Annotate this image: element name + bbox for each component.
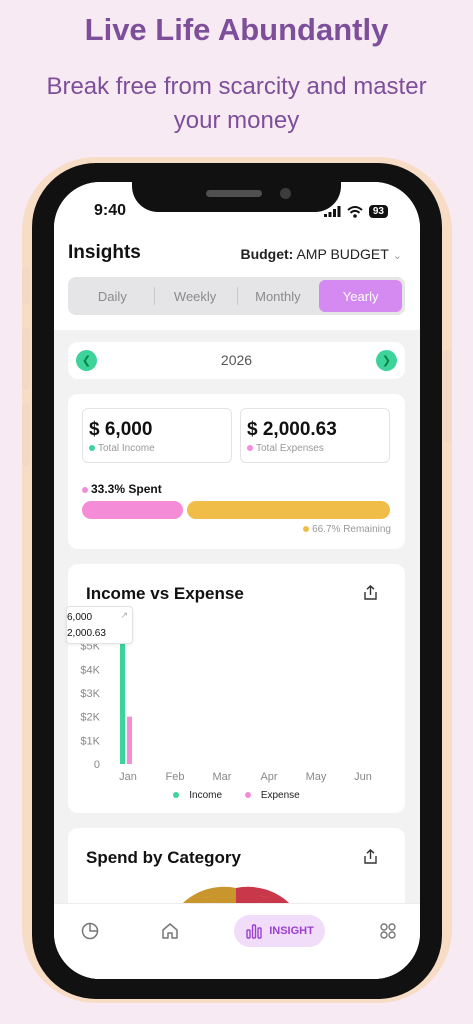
spent-dot	[82, 486, 88, 493]
legend-expense-dot	[244, 792, 251, 799]
total-expenses-caption: Total Expenses	[247, 443, 383, 454]
total-expenses-label: Total Expenses	[256, 443, 324, 454]
total-income-label: Total Income	[98, 443, 155, 454]
spent-caption: 33.3% Spent	[82, 482, 162, 496]
phone-camera	[280, 188, 291, 199]
legend-income-label: Income	[189, 790, 223, 801]
home-icon	[162, 923, 178, 939]
budget-selector[interactable]: Budget: AMP BUDGET ⌄	[240, 246, 402, 262]
bar-chart-icon	[246, 924, 262, 939]
app-screen: 9:40 93 Insights Budget: AMP BUDGET ⌄ Dai…	[54, 182, 420, 979]
chevron-right-icon[interactable]: ❯	[376, 350, 397, 371]
y-tick-label: $4K	[80, 664, 100, 676]
total-income-box: $ 6,000 Total Income	[82, 408, 232, 463]
total-income-amount: $ 6,000	[89, 419, 153, 440]
wifi-icon	[347, 205, 363, 218]
income-expense-chart: 0$1K$2K$3K$4K$5KJan Feb Mar Apr May Jun	[80, 622, 372, 783]
bottom-tab-bar: INSIGHT	[54, 903, 420, 979]
remaining-label: 66.7% Remaining	[312, 524, 391, 535]
period-segmented-control: Daily Weekly Monthly Yearly	[68, 277, 405, 315]
legend-expense: Expense	[240, 790, 305, 801]
tab-daily[interactable]: Daily	[71, 280, 154, 312]
marketing-headline: Live Life Abundantly	[84, 12, 389, 47]
income-expense-card: Income vs Expense 0 $1K $2K $3K $4K $5K Jan Feb…	[66, 564, 405, 813]
y-tick-label: 0	[94, 759, 100, 771]
summary-card: $ 6,000 Total Income $ 2,000.63 Total Ex…	[68, 394, 405, 549]
x-tick-label: Jun	[354, 771, 372, 783]
external-link-icon[interactable]: ↗	[120, 610, 128, 621]
spent-progress-bar	[82, 501, 183, 519]
total-expenses-amount: $ 2,000.63	[247, 419, 337, 440]
tab-yearly[interactable]: Yearly	[319, 280, 402, 312]
side-button-volume-up	[22, 328, 30, 390]
tooltip-expense: 2,000.63	[67, 628, 106, 639]
tab-monthly[interactable]: Monthly	[236, 280, 320, 312]
side-button-power	[443, 350, 451, 442]
page-title: Insights	[68, 242, 141, 263]
y-tick-label: $1K	[80, 735, 100, 747]
x-tick-label: May	[306, 771, 327, 783]
battery-icon: 93	[368, 205, 388, 218]
pie-chart-icon	[81, 922, 99, 940]
marketing-subline: Break free from scarcity and master your…	[46, 73, 427, 134]
remaining-progress-bar	[187, 501, 390, 519]
expense-dot	[247, 445, 253, 452]
total-income-caption: Total Income	[89, 443, 225, 454]
bar-expense-jan[interactable]	[127, 716, 132, 764]
income-dot	[89, 445, 95, 452]
total-expenses-box: $ 2,000.63 Total Expenses	[240, 408, 390, 463]
status-icons: 93	[323, 205, 388, 218]
tab-reports[interactable]	[74, 915, 106, 947]
budget-label: Budget:	[240, 246, 294, 262]
chart-tooltip: 6,000 2,000.63 ↗	[66, 606, 133, 644]
y-tick-label: $3K	[80, 688, 100, 700]
year-label: 2026	[220, 352, 253, 368]
y-tick-label: $2K	[80, 712, 100, 724]
tab-insight-label: INSIGHT	[269, 925, 314, 937]
legend-income-dot	[173, 792, 180, 799]
budget-name: AMP BUDGET	[296, 246, 389, 262]
legend-expense-label: Expense	[260, 790, 300, 801]
tab-insight[interactable]: INSIGHT	[234, 915, 325, 947]
spent-label: 33.3% Spent	[91, 482, 162, 496]
tab-weekly[interactable]: Weekly	[153, 280, 237, 312]
year-selector: ❮ 2026 ❯	[68, 342, 405, 379]
tab-home[interactable]	[154, 915, 186, 947]
remaining-dot	[303, 526, 310, 533]
x-tick-label: Mar	[213, 771, 232, 783]
phone-speaker	[206, 190, 262, 197]
side-button-mute	[22, 268, 30, 304]
chevron-down-icon: ⌄	[392, 250, 402, 262]
phone-notch	[132, 163, 341, 212]
status-time: 9:40	[94, 202, 127, 219]
x-tick-label: Feb	[166, 771, 185, 783]
tab-more[interactable]	[372, 915, 404, 947]
chart-legend: Income Expense	[68, 790, 405, 801]
side-button-volume-down	[22, 404, 30, 466]
grid-icon	[380, 923, 396, 939]
legend-income: Income	[168, 790, 227, 801]
remaining-caption: 66.7% Remaining	[303, 524, 391, 535]
x-tick-label: Jan	[119, 771, 137, 783]
x-tick-label: Apr	[260, 771, 277, 783]
